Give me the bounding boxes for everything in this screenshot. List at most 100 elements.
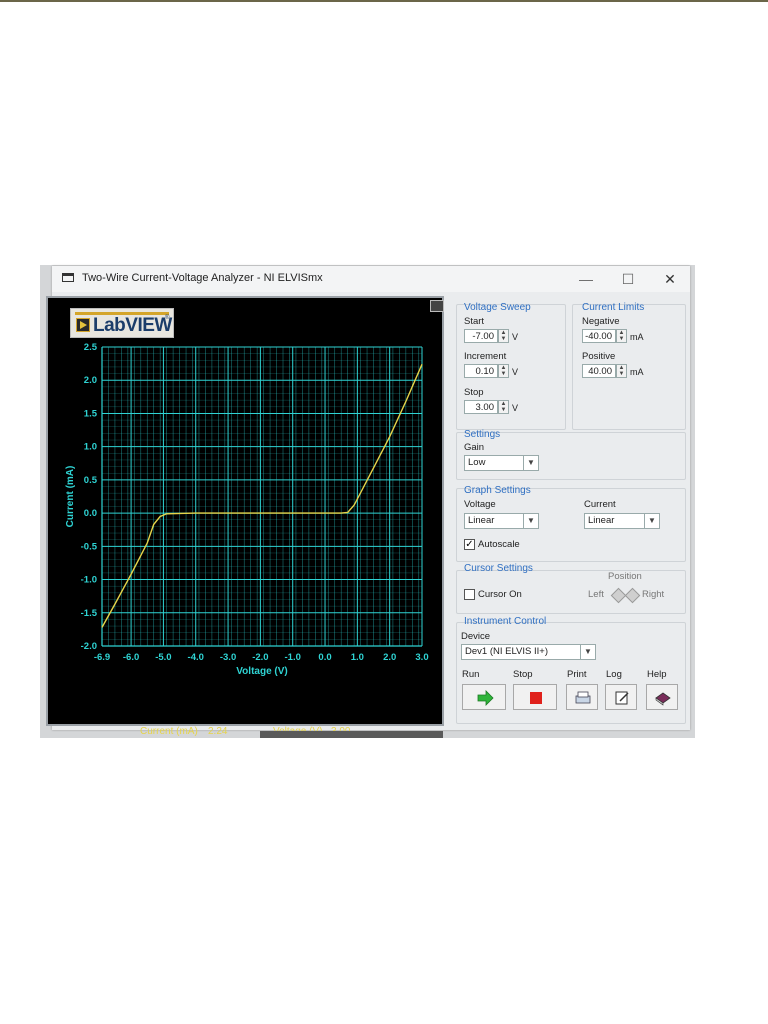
start-input[interactable]: -7.00 [464,329,498,343]
x-axis-label: Voltage (V) [236,666,287,677]
device-value: Dev1 (NI ELVIS II+) [465,646,548,657]
stop-unit: V [512,403,519,413]
window-title: Two-Wire Current-Voltage Analyzer - NI E… [82,272,323,284]
stop-input[interactable]: 3.00 [464,400,498,414]
current-readout-label: Current (mA) [140,726,198,737]
maximize-button[interactable]: ☐ [613,269,643,289]
increment-input[interactable]: 0.10 [464,364,498,378]
run-label: Run [462,669,480,680]
increment-spinner[interactable]: ▲ ▼ [498,364,509,378]
device-label: Device [461,631,491,642]
y-tick-label: -0.5 [81,541,98,552]
run-arrow-icon [477,690,494,706]
title-bar[interactable]: Two-Wire Current-Voltage Analyzer - NI E… [52,266,690,292]
cursor-on-label: Cursor On [478,589,522,600]
iv-curve-line [101,363,423,628]
minimize-button[interactable]: — [571,269,601,289]
current-readout-value: 2.24 [208,726,228,737]
negative-label: Negative [582,316,620,327]
x-tick-label: -2.0 [252,652,268,663]
x-tick-label: 0.0 [318,652,331,663]
x-tick-label: -5.0 [155,652,171,663]
start-spinner[interactable]: ▲ ▼ [498,329,509,343]
current-scale-value: Linear [588,515,615,526]
instrument-control-title: Instrument Control [464,616,547,627]
cursor-settings-title: Cursor Settings [464,563,533,574]
chevron-down-icon: ▼ [580,645,595,659]
analyzer-window: Two-Wire Current-Voltage Analyzer - NI E… [46,266,690,737]
negative-spinner[interactable]: ▲ ▼ [616,329,627,343]
start-unit: V [512,332,519,342]
x-tick-label: -1.0 [285,652,301,663]
run-button[interactable] [462,684,506,710]
increment-unit: V [512,367,519,377]
increment-label: Increment [464,351,507,362]
stop-square-icon [530,692,542,704]
settings-title: Settings [464,429,501,440]
cursor-right-label: Right [642,589,665,600]
close-button[interactable]: ✕ [655,269,685,289]
log-button[interactable] [605,684,637,710]
device-select[interactable]: Dev1 (NI ELVIS II+) ▼ [461,644,596,660]
voltage-scale-label: Voltage [464,499,496,510]
negative-unit: mA [630,332,644,342]
x-tick-label: -4.0 [188,652,204,663]
voltage-sweep-title: Voltage Sweep [464,302,531,313]
y-axis-label: Current (mA) [65,466,76,528]
gain-select[interactable]: Low ▼ [464,455,539,471]
gain-value: Low [468,457,486,468]
printer-icon [575,691,591,704]
voltage-scale-select[interactable]: Linear ▼ [464,513,539,529]
stop-value-label: Stop [464,387,484,398]
current-scale-select[interactable]: Linear ▼ [584,513,660,529]
y-tick-label: 1.5 [84,408,98,419]
stop-spinner[interactable]: ▲ ▼ [498,400,509,414]
cursor-left-label: Left [588,589,604,600]
voltage-scale-value: Linear [468,515,495,526]
chevron-down-icon: ▼ [523,514,538,528]
x-tick-label: -6.9 [94,652,110,663]
graph-panel: LabVIEW ® -6.9 -6.0 -5.0 -4.0 -3.0 -2.0 -1.0 0.… [46,296,444,737]
help-button[interactable] [646,684,678,710]
current-scale-label: Current [584,499,616,510]
window-icon [62,273,74,282]
autoscale-checkbox[interactable]: ✓ [464,539,475,550]
print-button[interactable] [566,684,598,710]
monitor-stand-bar [260,731,443,738]
positive-input[interactable]: 40.00 [582,364,616,378]
y-tick-label: -2.0 [81,641,97,652]
x-tick-label: -6.0 [123,652,139,663]
y-tick-label: -1.5 [81,608,98,619]
help-label: Help [647,669,667,680]
y-tick-label: 2.0 [84,375,97,386]
x-tick-label: -3.0 [220,652,236,663]
y-tick-label: 0.5 [84,475,98,486]
positive-spinner[interactable]: ▲ ▼ [616,364,627,378]
current-limits-title: Current Limits [582,302,645,313]
log-edit-icon [615,691,629,705]
stop-label: Stop [513,669,533,680]
y-tick-label: 1.0 [84,442,97,453]
y-tick-label: -1.0 [81,575,97,586]
autoscale-label: Autoscale [478,539,520,550]
iv-graph[interactable]: -6.9 -6.0 -5.0 -4.0 -3.0 -2.0 -1.0 0.0 1.0 2.0 3.0… [48,298,442,694]
positive-unit: mA [630,367,644,377]
chevron-down-icon: ▼ [644,514,659,528]
top-border-line [0,0,768,2]
print-label: Print [567,669,587,680]
y-tick-label: 2.5 [84,342,98,353]
positive-label: Positive [582,351,616,362]
cursor-on-checkbox[interactable] [464,589,475,600]
gain-label: Gain [464,442,485,453]
stop-button[interactable] [513,684,557,710]
log-label: Log [606,669,622,680]
negative-input[interactable]: -40.00 [582,329,616,343]
graph-settings-title: Graph Settings [464,485,531,496]
chevron-down-icon: ▼ [523,456,538,470]
x-tick-label: 2.0 [383,652,396,663]
x-tick-label: 1.0 [351,652,364,663]
position-label: Position [608,571,642,582]
x-tick-label: 3.0 [415,652,428,663]
help-book-icon [655,692,671,706]
y-tick-label: 0.0 [84,508,97,519]
